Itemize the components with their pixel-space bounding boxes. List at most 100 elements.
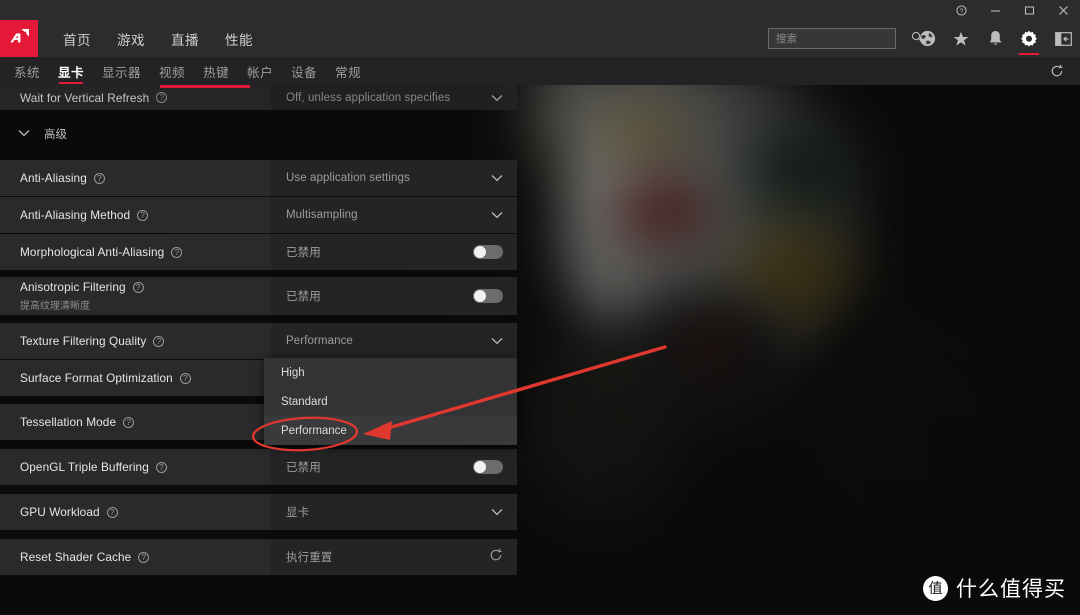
help-icon[interactable]: ? [106, 506, 118, 518]
setting-row-anisotropic-filtering[interactable]: Anisotropic Filtering ? 提高纹理清晰度 已禁用 [0, 277, 517, 315]
setting-title: Anti-Aliasing ? [20, 171, 271, 185]
setting-value: 已禁用 [286, 247, 321, 259]
bell-icon[interactable] [978, 20, 1012, 57]
subnav-item-system[interactable]: 系统 [14, 57, 40, 85]
setting-value-cell[interactable]: Off, unless application specifies [271, 85, 517, 110]
setting-title: Tessellation Mode ? [20, 415, 271, 429]
texture-filtering-quality-dropdown[interactable]: High Standard Performance [264, 358, 517, 445]
help-icon[interactable]: ? [138, 551, 150, 563]
svg-text:?: ? [959, 8, 963, 15]
help-icon[interactable]: ? [123, 416, 135, 428]
watermark: 值 什么值得买 [923, 573, 1066, 603]
help-icon[interactable]: ? [153, 335, 165, 347]
chevron-down-icon[interactable] [491, 89, 503, 107]
nav-item-performance[interactable]: 性能 [212, 29, 266, 49]
setting-row-reset-shader-cache[interactable]: Reset Shader Cache ? 执行重置 [0, 539, 517, 575]
setting-title: Morphological Anti-Aliasing ? [20, 245, 271, 259]
setting-label-cell: Surface Format Optimization ? [0, 360, 271, 396]
amd-logo[interactable] [0, 20, 38, 57]
collapse-panel-icon[interactable] [1046, 20, 1080, 57]
help-icon[interactable]: ? [179, 372, 191, 384]
setting-title: Texture Filtering Quality ? [20, 334, 271, 348]
setting-title: Surface Format Optimization ? [20, 371, 271, 385]
chevron-down-icon[interactable] [491, 332, 503, 350]
help-icon[interactable]: ? [155, 461, 167, 473]
setting-row-wait-for-vertical-refresh[interactable]: Wait for Vertical Refresh ? Off, unless … [0, 85, 517, 110]
globe-icon[interactable] [910, 20, 944, 57]
subnav-item-devices[interactable]: 设备 [291, 57, 317, 85]
toggle-switch[interactable] [473, 289, 503, 303]
toggle-switch[interactable] [473, 460, 503, 474]
setting-value-cell[interactable]: 已禁用 [271, 449, 517, 485]
help-icon[interactable]: ? [132, 281, 144, 293]
setting-row-opengl-triple-buffering[interactable]: OpenGL Triple Buffering ? 已禁用 [0, 449, 517, 485]
setting-row-texture-filtering-quality[interactable]: Texture Filtering Quality ? Performance [0, 323, 517, 359]
subnav-item-account[interactable]: 帐户 [247, 57, 273, 85]
graphics-settings-list: Wait for Vertical Refresh ? Off, unless … [0, 85, 517, 615]
group-label: 高级 [44, 129, 67, 141]
dropdown-option-performance[interactable]: Performance [264, 416, 517, 445]
nav-item-home[interactable]: 首页 [50, 29, 104, 49]
star-icon[interactable] [944, 20, 978, 57]
setting-row-anti-aliasing-method[interactable]: Anti-Aliasing Method ? Multisampling [0, 197, 517, 233]
reset-icon[interactable] [489, 548, 503, 567]
setting-value: 执行重置 [286, 552, 333, 564]
subnav-item-video[interactable]: 视频 [159, 57, 185, 85]
setting-row-anti-aliasing[interactable]: Anti-Aliasing ? Use application settings [0, 160, 517, 196]
search-input[interactable] [776, 32, 911, 45]
setting-value-cell[interactable]: Multisampling [271, 197, 517, 233]
maximize-button[interactable] [1012, 0, 1046, 20]
subnav-item-graphics[interactable]: 显卡 [58, 57, 84, 85]
setting-label-cell: Tessellation Mode ? [0, 404, 271, 440]
setting-value: 已禁用 [286, 462, 321, 474]
group-header-advanced[interactable]: 高级 [18, 126, 67, 142]
title-bar: ? [0, 0, 1080, 20]
subnav-item-hotkeys[interactable]: 热键 [203, 57, 229, 85]
setting-value: 显卡 [286, 507, 310, 519]
main-navbar: 首页 游戏 直播 性能 [0, 20, 1080, 57]
dropdown-option-high[interactable]: High [264, 358, 517, 387]
setting-label-cell: OpenGL Triple Buffering ? [0, 449, 271, 485]
search-box[interactable] [768, 28, 923, 49]
setting-title: GPU Workload ? [20, 505, 271, 519]
setting-value-cell[interactable]: 显卡 [271, 494, 517, 530]
setting-value-cell[interactable]: 已禁用 [271, 277, 517, 315]
help-icon[interactable]: ? [93, 172, 105, 184]
help-icon[interactable]: ? [137, 209, 149, 221]
help-icon[interactable]: ? [171, 246, 183, 258]
dropdown-option-standard[interactable]: Standard [264, 387, 517, 416]
setting-value-cell[interactable]: Performance [271, 323, 517, 359]
setting-label-cell: Anti-Aliasing Method ? [0, 197, 271, 233]
setting-title: Wait for Vertical Refresh ? [20, 91, 271, 105]
close-button[interactable] [1046, 0, 1080, 20]
chevron-down-icon[interactable] [491, 206, 503, 224]
chevron-down-icon[interactable] [491, 169, 503, 187]
chevron-down-icon[interactable] [18, 128, 30, 140]
setting-value-cell[interactable]: 已禁用 [271, 234, 517, 270]
help-icon[interactable]: ? [944, 0, 978, 20]
setting-row-morphological-anti-aliasing[interactable]: Morphological Anti-Aliasing ? 已禁用 [0, 234, 517, 270]
watermark-badge: 值 [923, 575, 948, 601]
watermark-text: 什么值得买 [956, 578, 1066, 601]
setting-subtitle: 提高纹理清晰度 [20, 301, 90, 312]
chevron-down-icon[interactable] [491, 503, 503, 521]
nav-item-gaming[interactable]: 游戏 [104, 29, 158, 49]
reset-icon[interactable] [1040, 57, 1074, 85]
setting-value-cell[interactable]: 执行重置 [271, 539, 517, 575]
scroll-position-indicator [160, 85, 250, 88]
setting-value: Use application settings [286, 172, 410, 184]
gear-icon[interactable] [1012, 20, 1046, 57]
minimize-button[interactable] [978, 0, 1012, 20]
nav-item-streaming[interactable]: 直播 [158, 29, 212, 49]
subnav-item-general[interactable]: 常规 [335, 57, 361, 85]
help-icon[interactable]: ? [156, 92, 168, 103]
toggle-switch[interactable] [473, 245, 503, 259]
setting-label-cell: Anisotropic Filtering ? 提高纹理清晰度 [0, 277, 271, 315]
setting-row-gpu-workload[interactable]: GPU Workload ? 显卡 [0, 494, 517, 530]
setting-title: Anti-Aliasing Method ? [20, 208, 271, 222]
setting-title: Anisotropic Filtering ? [20, 280, 271, 294]
setting-value-cell[interactable]: Use application settings [271, 160, 517, 196]
setting-title: OpenGL Triple Buffering ? [20, 460, 271, 474]
setting-label-cell: Anti-Aliasing ? [0, 160, 271, 196]
subnav-item-display[interactable]: 显示器 [102, 57, 141, 85]
